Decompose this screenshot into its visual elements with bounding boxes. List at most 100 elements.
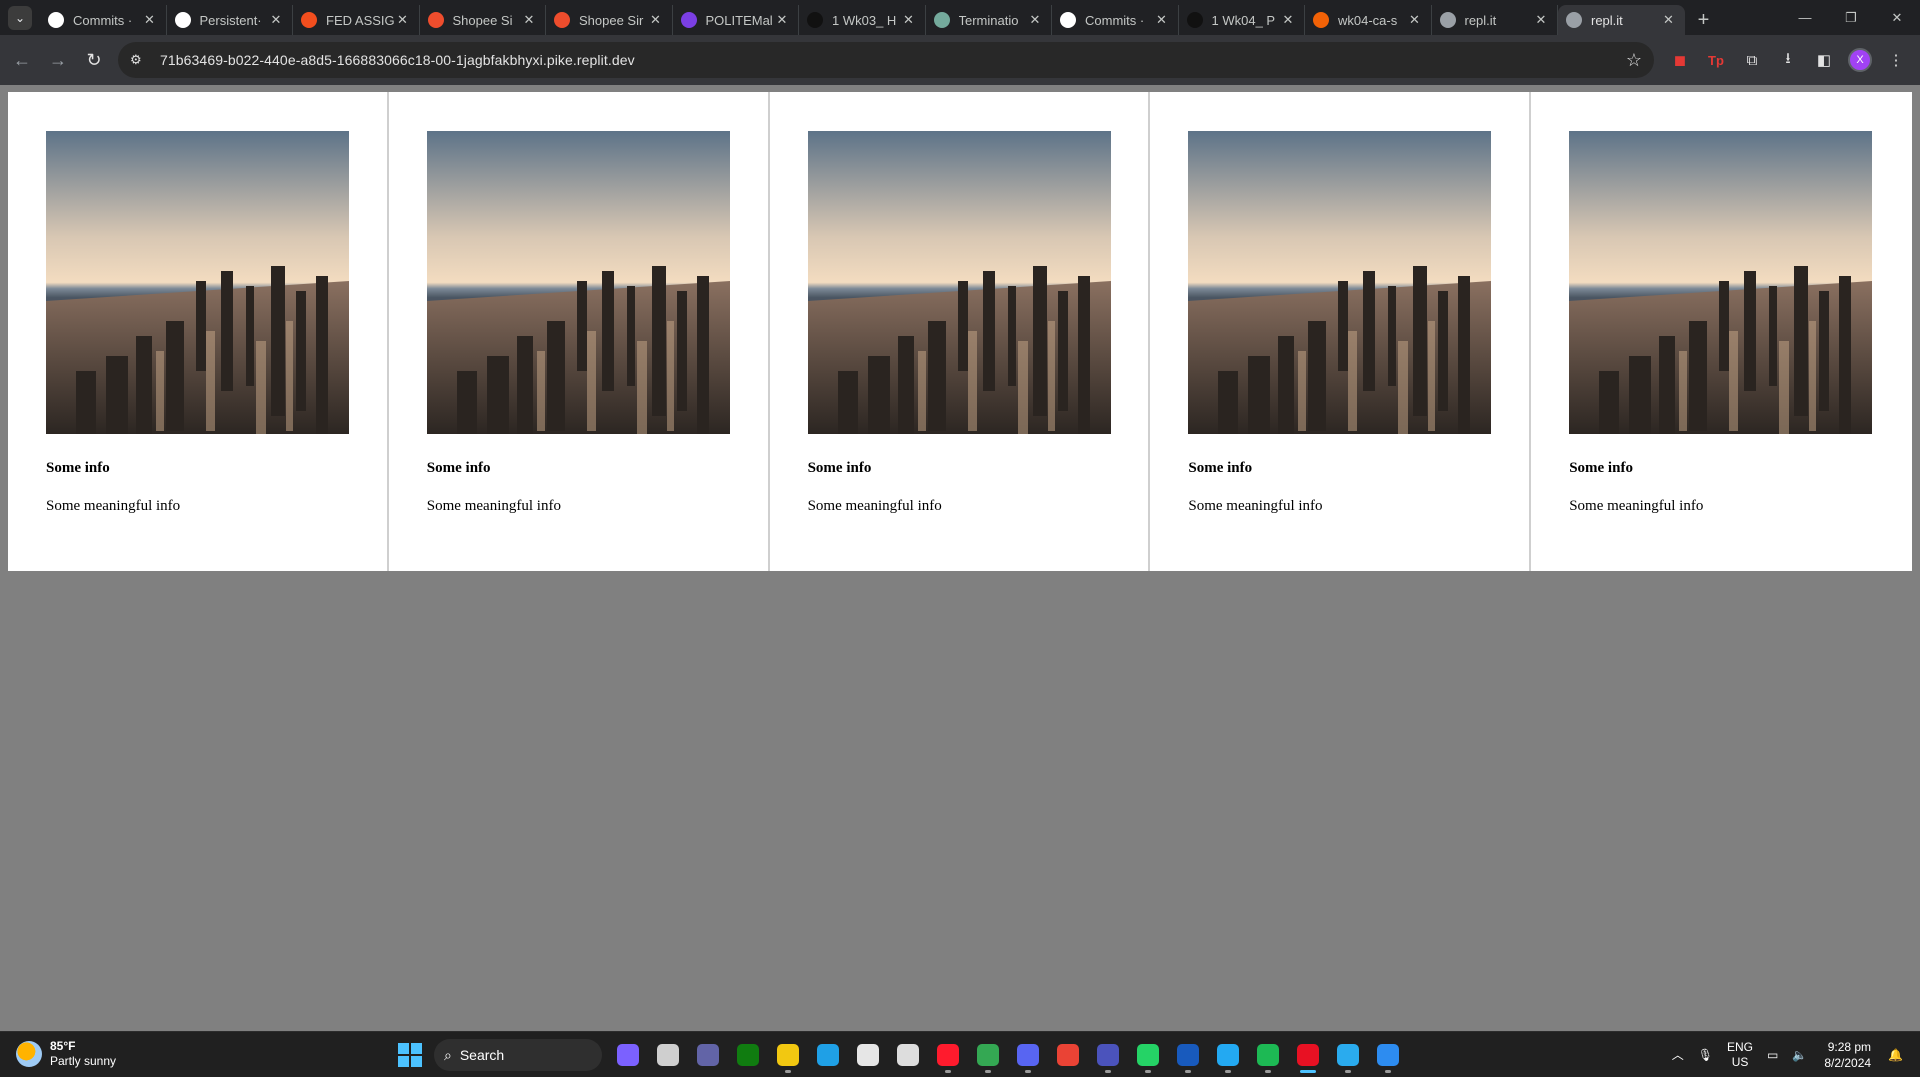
taskbar-app-xbox[interactable] (728, 1037, 768, 1073)
start-button[interactable] (392, 1037, 428, 1073)
card-text: Some meaningful info (426, 498, 561, 514)
tab[interactable]: Commits · ✕ (40, 5, 167, 35)
taskbar-app-discord[interactable] (1008, 1037, 1048, 1073)
taskbar-app-snipping[interactable] (1288, 1037, 1328, 1073)
card-text: Some meaningful info (1569, 498, 1704, 514)
taskbar-app-telegram[interactable] (1328, 1037, 1368, 1073)
taskbar-app-teams[interactable] (1088, 1037, 1128, 1073)
close-tab-icon[interactable]: ✕ (648, 12, 664, 28)
tab-title: Persistent· (199, 12, 262, 28)
tab[interactable]: FED ASSIG ✕ (293, 5, 420, 35)
taskbar-apps: ⌕ Search (392, 1037, 1408, 1073)
tab[interactable]: POLITEMal ✕ (673, 5, 799, 35)
tab[interactable]: Persistent· ✕ (167, 5, 293, 35)
taskbar-app-store[interactable] (848, 1037, 888, 1073)
info-card: Some info Some meaningful info (769, 92, 1151, 571)
tab[interactable]: repl.it ✕ (1558, 5, 1685, 35)
system-tray: ︿ 🎙 ENG US ▭ 🔈 9:28 pm 8/2/2024 🔔 (1665, 1037, 1910, 1073)
running-indicator (945, 1070, 951, 1073)
running-indicator (1265, 1070, 1271, 1073)
taskbar-search[interactable]: ⌕ Search (434, 1039, 602, 1071)
restore-button[interactable]: ❐ (1828, 0, 1874, 35)
shopee-icon (427, 12, 444, 28)
taskbar-app-file-explorer[interactable] (768, 1037, 808, 1073)
running-indicator (1025, 1070, 1031, 1073)
taskbar-app-opera[interactable] (928, 1037, 968, 1073)
replit-icon (1313, 12, 1329, 28)
reload-button[interactable]: ↻ (76, 42, 112, 78)
tab[interactable]: Shopee Si ✕ (420, 5, 546, 35)
close-tab-icon[interactable]: ✕ (268, 12, 284, 28)
close-tab-icon[interactable]: ✕ (142, 12, 158, 28)
volume-icon[interactable]: 🔈 (1785, 1048, 1814, 1063)
card-row: Some info Some meaningful info Some info S… (8, 92, 1912, 571)
tab[interactable]: repl.it ✕ (1432, 5, 1558, 35)
taskbar-app-photos[interactable] (1368, 1037, 1408, 1073)
tab[interactable]: Terminatio ✕ (926, 5, 1052, 35)
taskbar-app-zoom[interactable] (688, 1037, 728, 1073)
language-top: ENG (1727, 1040, 1754, 1054)
bookmark-star-icon[interactable]: ☆ (1626, 50, 1642, 71)
show-hidden-icons-button[interactable]: ︿ (1665, 1048, 1691, 1063)
tab-search-button[interactable]: ⌄ (0, 0, 40, 35)
new-tab-button[interactable]: + (1689, 5, 1719, 35)
downloads-button[interactable]: ⭳ (1770, 42, 1806, 78)
close-window-button[interactable]: ✕ (1874, 0, 1920, 35)
tab[interactable]: Shopee Sir ✕ (546, 5, 673, 35)
taskbar-app-chrome[interactable] (968, 1037, 1008, 1073)
taskbar-app-whatsapp[interactable] (1128, 1037, 1168, 1073)
language-indicator[interactable]: ENG US (1720, 1040, 1760, 1070)
menu-button[interactable]: ⋮ (1878, 42, 1914, 78)
taskbar-app-spotify[interactable] (1248, 1037, 1288, 1073)
network-icon[interactable]: ▭ (1760, 1048, 1785, 1063)
close-tab-icon[interactable]: ✕ (774, 12, 790, 28)
close-tab-icon[interactable]: ✕ (1154, 12, 1170, 28)
city-skyline-image (1188, 131, 1492, 434)
taskbar-app-word[interactable] (1168, 1037, 1208, 1073)
weather-widget[interactable]: 85°F Partly sunny (16, 1039, 116, 1069)
time: 9:28 pm (1827, 1040, 1872, 1054)
clock[interactable]: 9:28 pm 8/2/2024 (1814, 1039, 1881, 1071)
close-tab-icon[interactable]: ✕ (1027, 12, 1043, 28)
tab[interactable]: 1 Wk03_ H ✕ (799, 5, 926, 35)
tab[interactable]: wk04-ca-s ✕ (1305, 5, 1432, 35)
close-tab-icon[interactable]: ✕ (395, 12, 411, 28)
close-tab-icon[interactable]: ✕ (1407, 12, 1423, 28)
snip-icon (897, 1044, 919, 1066)
close-tab-icon[interactable]: ✕ (901, 12, 917, 28)
github-icon (1060, 12, 1076, 28)
microphone-icon[interactable]: 🎙 (1691, 1048, 1720, 1063)
address-bar[interactable]: ⚙ 71b63469-b022-440e-a8d5-166883066c18-0… (118, 42, 1654, 78)
puzzle-icon: ⧉ (1746, 51, 1758, 69)
taskbar-app-copilot[interactable] (608, 1037, 648, 1073)
taskbar-app-task-view[interactable] (648, 1037, 688, 1073)
taskbar-app-vscode[interactable] (1208, 1037, 1248, 1073)
minimize-button[interactable]: — (1782, 0, 1828, 35)
taskbar-app-edge[interactable] (808, 1037, 848, 1073)
tab[interactable]: 1 Wk04_ P ✕ (1179, 5, 1305, 35)
pinned-apps (608, 1037, 1408, 1073)
back-button[interactable]: ← (4, 42, 40, 78)
extensions-button[interactable]: ⧉ (1734, 42, 1770, 78)
notifications-icon[interactable]: 🔔 (1881, 1048, 1910, 1063)
close-tab-icon[interactable]: ✕ (521, 12, 537, 28)
running-indicator (785, 1070, 791, 1073)
extension-button-2[interactable]: Tp (1698, 42, 1734, 78)
city-skyline-image (426, 131, 730, 434)
site-settings-icon[interactable]: ⚙ (130, 52, 150, 68)
close-tab-icon[interactable]: ✕ (1661, 12, 1677, 28)
taskbar-app-snip[interactable] (888, 1037, 928, 1073)
tab-title: POLITEMal (705, 12, 773, 28)
arrow-left-icon: ← (13, 49, 31, 70)
tab[interactable]: Commits · ✕ (1052, 5, 1179, 35)
close-tab-icon[interactable]: ✕ (1280, 12, 1296, 28)
extension-button-1[interactable]: ◼ (1662, 42, 1698, 78)
forward-button[interactable]: → (40, 42, 76, 78)
side-panel-button[interactable]: ◧ (1806, 42, 1842, 78)
windows-icon (398, 1043, 422, 1067)
url-text[interactable]: 71b63469-b022-440e-a8d5-166883066c18-00-… (160, 52, 635, 68)
card-title: Some info (1188, 460, 1253, 476)
profile-button[interactable]: X (1842, 42, 1878, 78)
close-tab-icon[interactable]: ✕ (1533, 12, 1549, 28)
taskbar-app-gmail-alt[interactable] (1048, 1037, 1088, 1073)
